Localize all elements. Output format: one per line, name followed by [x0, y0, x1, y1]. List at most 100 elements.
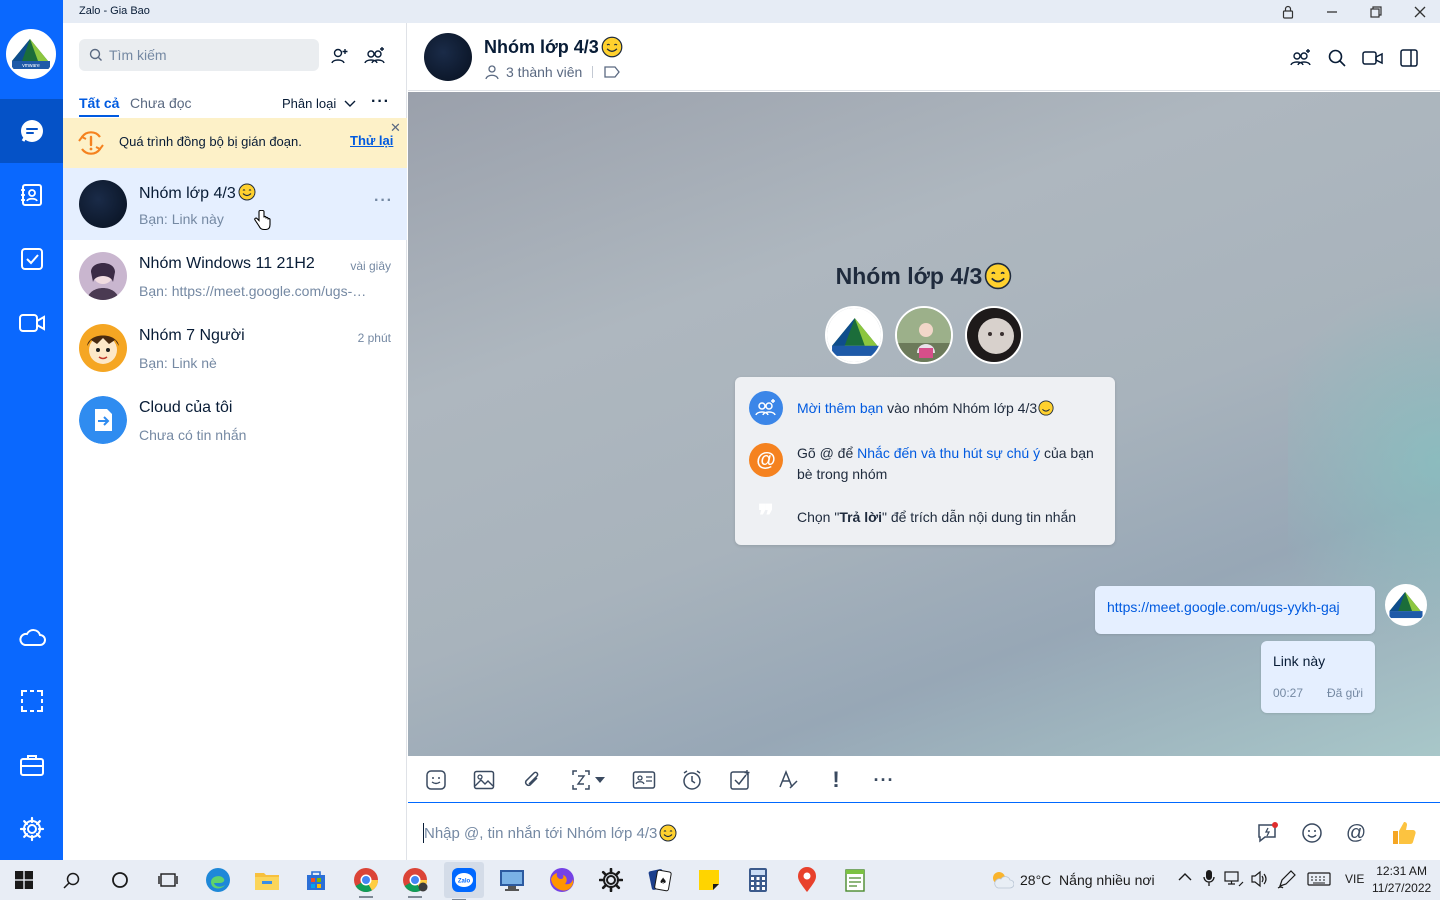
person-icon [485, 65, 499, 80]
start-button[interactable] [9, 865, 39, 895]
minimize-button[interactable] [1310, 0, 1354, 23]
weather-widget[interactable]: 28°C Nắng nhiều nơi [990, 870, 1155, 890]
conversation-item[interactable]: Cloud của tôi Chưa có tin nhắn [63, 384, 407, 456]
send-image-button[interactable] [471, 767, 497, 793]
sidebar-item-settings[interactable] [0, 797, 63, 861]
tab-all[interactable]: Tất cả [79, 95, 120, 117]
add-friend-button[interactable] [327, 43, 353, 69]
more-tools-button[interactable]: ··· [871, 767, 897, 793]
member-avatar[interactable] [895, 306, 953, 364]
chat-message-area[interactable]: Nhóm lớp 4/3 Mời thêm bạn vào nhóm Nhóm … [408, 92, 1440, 756]
sidebar-item-todo[interactable] [0, 227, 63, 291]
system-clock[interactable]: 12:31 AM 11/27/2022 [1372, 863, 1431, 897]
close-window-button[interactable] [1398, 0, 1440, 23]
classify-dropdown[interactable]: Phân loại [282, 96, 356, 111]
search-input[interactable] [109, 47, 309, 63]
volume-icon[interactable] [1250, 870, 1268, 891]
pen-icon[interactable] [1277, 869, 1297, 892]
conversation-more-icon[interactable]: ··· [374, 192, 393, 210]
tray-chevron-up-icon[interactable] [1178, 871, 1192, 885]
message-bubble-link[interactable]: https://meet.google.com/ugs-yykh-gaj [1095, 586, 1375, 634]
conversation-item[interactable]: Nhóm Windows 11 21H2 vài giây Bạn: https… [63, 240, 407, 312]
emoji-button[interactable] [1299, 820, 1325, 846]
screenshot-icon [572, 770, 590, 790]
smile-emoji-icon [238, 183, 256, 201]
maps-app[interactable] [792, 865, 822, 895]
settings-app[interactable] [596, 865, 626, 895]
sync-message: Quá trình đồng bộ bị gián đoạn. [119, 134, 302, 149]
tab-unread[interactable]: Chưa đọc [130, 95, 192, 111]
sidebar-item-messages[interactable] [0, 99, 63, 163]
network-icon[interactable] [1224, 870, 1244, 891]
add-member-button[interactable] [1288, 45, 1314, 71]
cloud-avatar-icon [79, 396, 127, 444]
cortana-button[interactable] [105, 865, 135, 895]
zalo-app[interactable]: Zalo [444, 862, 484, 900]
more-options-icon[interactable]: ··· [371, 93, 390, 111]
group-tips-card: Mời thêm bạn vào nhóm Nhóm lớp 4/3 @ Gõ … [735, 377, 1115, 545]
member-count[interactable]: 3 thành viên [484, 64, 621, 80]
message-bubble[interactable]: Link này 00:27 Đã gửi [1261, 641, 1375, 713]
contact-card-icon [632, 771, 656, 789]
conversation-item[interactable]: Nhóm lớp 4/3 Bạn: Link này ··· [63, 168, 407, 240]
solitaire-app[interactable]: ♠ [645, 865, 675, 895]
task-view-icon [158, 873, 178, 887]
touch-keyboard-icon[interactable] [1307, 871, 1331, 890]
mention-button[interactable]: @ [1343, 820, 1369, 846]
firefox-app[interactable] [547, 865, 577, 895]
mark-important-button[interactable]: ! [823, 767, 849, 793]
member-avatar[interactable] [965, 306, 1023, 364]
attach-file-button[interactable] [519, 767, 545, 793]
quick-like-button[interactable] [1389, 820, 1419, 846]
chrome-app[interactable] [351, 865, 381, 898]
lock-icon[interactable] [1266, 0, 1310, 23]
taskbar-search-button[interactable] [57, 865, 87, 895]
remote-desktop-app[interactable] [497, 865, 527, 895]
send-contact-card-button[interactable] [631, 767, 657, 793]
reminder-button[interactable] [679, 767, 705, 793]
conversation-item[interactable]: Nhóm 7 Người 2 phút Bạn: Link nè [63, 312, 407, 384]
thumbs-up-icon [1393, 822, 1416, 844]
chevron-down-icon [344, 100, 356, 107]
chat-title[interactable]: Nhóm lớp 4/3 [484, 36, 623, 58]
microphone-icon[interactable] [1203, 869, 1215, 890]
message-input[interactable]: Nhập @, tin nhắn tới Nhóm lớp 4/3 [424, 824, 677, 842]
create-group-button[interactable] [362, 43, 388, 69]
screenshot-button[interactable] [566, 767, 610, 793]
exclamation-icon: ! [832, 767, 840, 792]
contact-book-icon [20, 184, 42, 206]
invite-friends-link[interactable]: Mời thêm bạn [797, 400, 883, 416]
search-box[interactable] [79, 39, 319, 71]
retry-link[interactable]: Thử lại [350, 133, 393, 148]
notepad-plus-app[interactable] [840, 865, 870, 895]
chrome-profile-app[interactable] [400, 865, 430, 898]
sidebar-item-contacts[interactable] [0, 163, 63, 227]
search-message-button[interactable] [1324, 45, 1350, 71]
video-call-button[interactable] [1360, 45, 1386, 71]
sticky-notes-app[interactable] [694, 865, 724, 895]
edge-browser-app[interactable] [203, 865, 233, 895]
task-view-button[interactable] [153, 865, 183, 895]
member-avatar[interactable] [825, 306, 883, 364]
message-link[interactable]: https://meet.google.com/ugs-yykh-gaj [1107, 599, 1340, 615]
quick-message-button[interactable] [1255, 820, 1281, 846]
mention-link[interactable]: Nhắc đến và thu hút sự chú ý [857, 445, 1040, 461]
microsoft-store-app[interactable] [301, 865, 331, 895]
sidebar-item-screenshot[interactable] [0, 669, 63, 733]
tag-icon[interactable] [603, 65, 621, 79]
input-language[interactable]: VIE [1345, 872, 1364, 886]
toggle-info-panel-button[interactable] [1396, 45, 1422, 71]
calculator-app[interactable] [743, 865, 773, 895]
sidebar-item-cloud[interactable] [0, 605, 63, 669]
user-avatar[interactable]: vmware [6, 29, 56, 79]
close-banner-icon[interactable]: ✕ [390, 120, 401, 136]
file-explorer-app[interactable] [252, 865, 282, 895]
group-avatar[interactable] [424, 33, 472, 81]
sidebar-item-video[interactable] [0, 291, 63, 355]
restore-button[interactable] [1354, 0, 1398, 23]
sidebar-item-toolbox[interactable] [0, 733, 63, 797]
text-format-button[interactable] [775, 767, 801, 793]
assign-task-button[interactable] [727, 767, 753, 793]
sender-avatar[interactable] [1385, 584, 1427, 626]
sticker-button[interactable] [423, 767, 449, 793]
